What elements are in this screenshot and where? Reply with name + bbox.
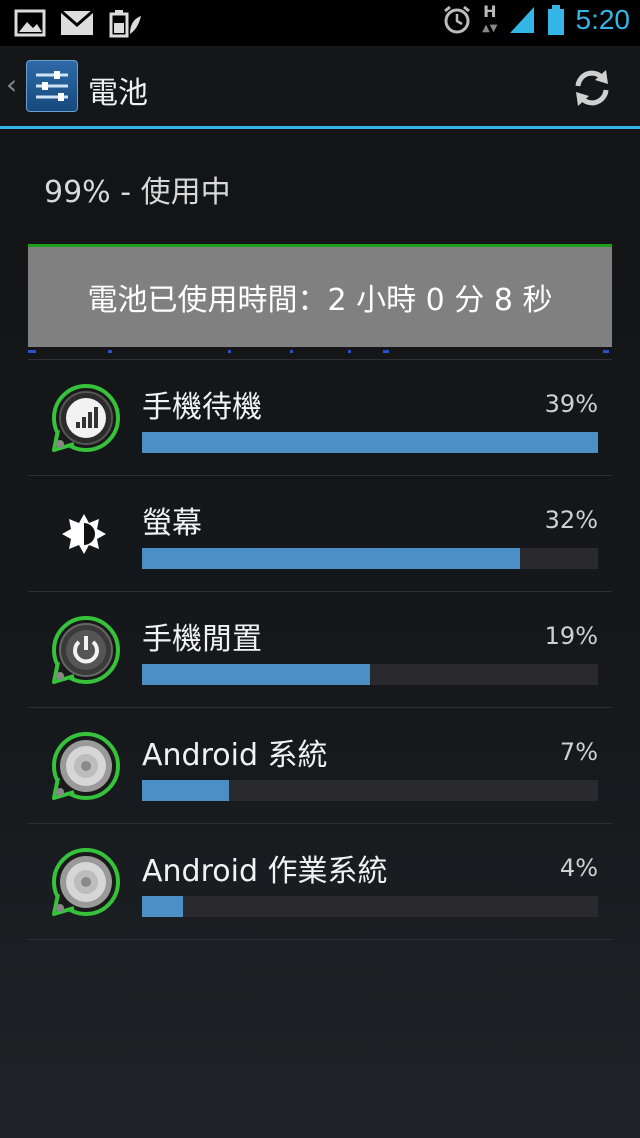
graph-area: 電池已使用時間：2 小時 0 分 8 秒 <box>28 247 612 347</box>
item-label: 手機閒置 <box>142 622 262 657</box>
usage-bar-fill <box>142 548 521 569</box>
notification-icons <box>14 8 142 38</box>
item-label: 螢幕 <box>142 506 202 541</box>
graph-activity-markers <box>28 350 609 353</box>
battery-level-text: 99% - 使用中 <box>44 175 231 210</box>
list-item[interactable]: 手機待機 39% <box>28 359 612 475</box>
item-label: 手機待機 <box>142 390 262 425</box>
usage-bar <box>142 548 598 569</box>
usage-bar-fill <box>142 432 598 453</box>
chevron-left-icon: ‹ <box>6 68 18 101</box>
item-label: Android 作業系統 <box>142 854 388 889</box>
settings-sliders-icon <box>26 60 78 112</box>
alarm-icon <box>444 5 471 34</box>
image-notification-icon <box>14 9 46 37</box>
list-item[interactable]: Android 作業系統 4% <box>28 823 612 940</box>
usage-bar <box>142 432 598 453</box>
item-percent: 4% <box>559 854 598 882</box>
page-title: 電池 <box>88 76 148 111</box>
item-percent: 32% <box>544 506 598 534</box>
signal-icon <box>509 7 534 33</box>
list-item[interactable]: Android 系統 7% <box>28 707 612 823</box>
network-type-indicator: H ▲▼ <box>482 1 498 34</box>
android-system-icon <box>52 732 120 800</box>
battery-saver-notification-icon <box>109 10 141 38</box>
brightness-icon <box>62 514 106 554</box>
item-percent: 39% <box>544 390 598 418</box>
power-icon <box>52 616 120 684</box>
item-percent: 7% <box>559 738 598 766</box>
system-icons: H ▲▼ 5:20 <box>442 1 631 36</box>
usage-bar-fill <box>142 664 370 685</box>
item-label: Android 系統 <box>142 738 328 773</box>
action-bar: ‹ 電池 <box>0 46 640 129</box>
cell-standby-icon <box>52 384 120 452</box>
battery-usage-panel: 99% - 使用中 電池已使用時間：2 小時 0 分 8 秒 手機待機 39% … <box>0 129 640 1138</box>
mail-notification-icon <box>60 10 94 35</box>
usage-bar-fill <box>142 780 229 801</box>
status-bar: H ▲▼ 5:20 <box>0 0 640 46</box>
battery-icon <box>547 5 564 35</box>
list-item[interactable]: 手機閒置 19% <box>28 591 612 707</box>
usage-bar-fill <box>142 896 184 917</box>
item-percent: 19% <box>544 622 598 650</box>
usage-bar <box>142 664 598 685</box>
battery-usage-time: 電池已使用時間：2 小時 0 分 8 秒 <box>87 283 553 318</box>
network-type-label: H <box>483 1 497 21</box>
list-item[interactable]: 螢幕 32% <box>28 475 612 591</box>
android-os-icon <box>52 848 120 916</box>
clock: 5:20 <box>575 4 631 35</box>
usage-bar <box>142 896 598 917</box>
usage-list: 手機待機 39% 螢幕 32% 手機閒置 19% Android 系統 7% A… <box>28 359 612 940</box>
usage-bar <box>142 780 598 801</box>
refresh-icon[interactable] <box>570 66 614 110</box>
battery-history-graph[interactable]: 電池已使用時間：2 小時 0 分 8 秒 <box>28 244 612 358</box>
